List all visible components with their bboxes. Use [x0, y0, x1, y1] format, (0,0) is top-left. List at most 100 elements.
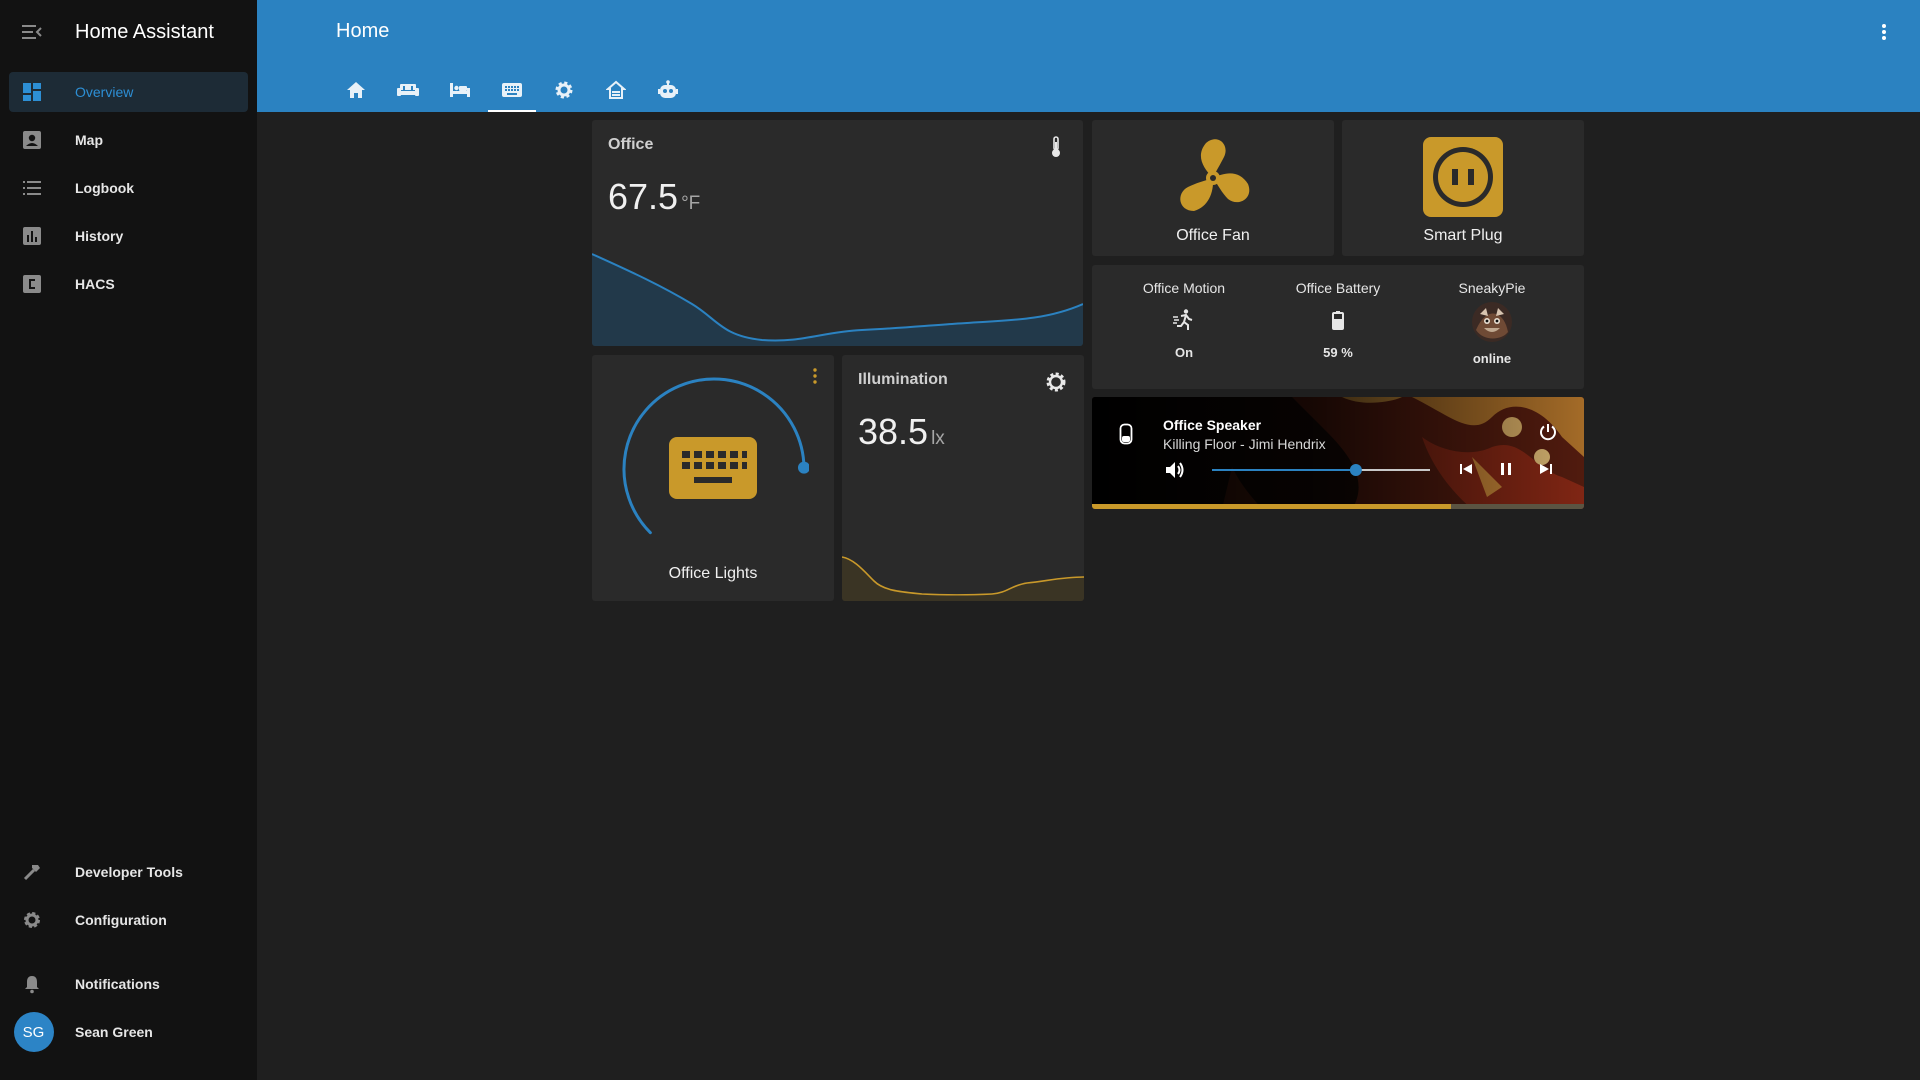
view-dashboard-icon: [23, 83, 41, 101]
sensor-value: 67.5: [608, 176, 679, 217]
sidebar-item-profile[interactable]: SG Sean Green: [9, 1012, 248, 1052]
home-floor-icon: [606, 80, 626, 99]
motion-sensor-icon: [1173, 309, 1193, 330]
glance-item-office-motion[interactable]: Office Motion On: [1119, 280, 1249, 360]
glance-item-office-battery[interactable]: Office Battery 59 %: [1273, 280, 1403, 360]
avatar: SG: [13, 1012, 54, 1052]
tab-living-room[interactable]: [382, 68, 434, 112]
entity-state: 59 %: [1323, 345, 1353, 360]
format-list-icon: [23, 181, 41, 195]
sidebar-bottom: Developer Tools Configuration Notificati…: [0, 852, 257, 1060]
brightness-icon: [1046, 372, 1066, 392]
sensor-value-row: 67.5 °F: [608, 176, 700, 218]
menu-open-icon: [22, 25, 42, 39]
sidebar-item-map[interactable]: Map: [9, 120, 248, 160]
sidebar-item-overview[interactable]: Overview: [9, 72, 248, 112]
temperature-graph: [592, 253, 1083, 346]
speaker-icon: [1119, 423, 1133, 445]
pause-icon: [1501, 463, 1511, 475]
light-name: Office Lights: [668, 565, 758, 582]
dots-vertical-icon: [1882, 24, 1886, 40]
robot-icon: [658, 80, 678, 98]
glance-item-sneakypie[interactable]: SneakyPie online: [1427, 280, 1557, 366]
app-toolbar: Home: [257, 0, 1920, 112]
office-lights-card: Office Lights: [592, 355, 834, 601]
power-icon: [1540, 424, 1556, 441]
overflow-menu-button[interactable]: [1872, 18, 1896, 46]
fan-icon: [1180, 139, 1250, 211]
tab-home[interactable]: [330, 68, 382, 112]
view-tabs: [330, 68, 694, 112]
person-avatar-image: [1472, 302, 1512, 342]
sidebar-item-logbook[interactable]: Logbook: [9, 168, 248, 208]
sidebar-header: Home Assistant: [0, 0, 257, 64]
power-socket-icon: [1423, 137, 1503, 217]
sensor-value: 38.5: [858, 411, 929, 452]
sidebar-item-hacs[interactable]: HACS: [9, 264, 248, 304]
user-name: Sean Green: [75, 1024, 153, 1040]
media-progress-fill: [1092, 504, 1452, 509]
chart-box-icon: [23, 227, 41, 245]
sidebar-item-developer-tools[interactable]: Developer Tools: [9, 852, 248, 892]
play-pause-button[interactable]: [1497, 460, 1515, 478]
entity-state: On: [1174, 345, 1194, 360]
keyboard-icon[interactable]: [669, 437, 757, 499]
office-fan-card[interactable]: Office Fan: [1092, 120, 1334, 256]
smart-plug-card[interactable]: Smart Plug: [1342, 120, 1584, 256]
album-art: [1092, 397, 1584, 509]
next-track-button[interactable]: [1537, 460, 1555, 478]
menu-toggle-button[interactable]: [0, 0, 64, 64]
glance-card: Office Motion On Office Battery 59 % Sne…: [1092, 265, 1584, 389]
entity-name: Smart Plug: [1423, 227, 1503, 244]
entity-name: Office Fan: [1176, 227, 1250, 244]
bed-icon: [450, 83, 470, 97]
office-temperature-card[interactable]: Office 67.5 °F: [592, 120, 1083, 346]
sidebar-item-label: Map: [75, 132, 103, 148]
sofa-icon: [397, 84, 419, 96]
tab-robot[interactable]: [642, 68, 694, 112]
entity-name: Office Battery: [1295, 280, 1381, 296]
page-title: Home: [336, 20, 390, 42]
dots-vertical-icon: [813, 368, 817, 384]
sidebar: Home Assistant Overview Map Logbook Hist…: [0, 0, 257, 1080]
sensor-unit: lx: [931, 428, 945, 449]
sidebar-divider: [0, 948, 257, 964]
skip-next-icon: [1540, 464, 1552, 474]
card-title: Office: [608, 136, 654, 153]
tab-bedroom[interactable]: [434, 68, 486, 112]
sidebar-item-configuration[interactable]: Configuration: [9, 900, 248, 940]
sidebar-item-label: Logbook: [75, 180, 135, 196]
sidebar-item-label: Notifications: [75, 976, 160, 992]
sidebar-item-notifications[interactable]: Notifications: [9, 964, 248, 1004]
home-icon: [347, 82, 365, 98]
sidebar-item-history[interactable]: History: [9, 216, 248, 256]
media-track: Killing Floor - Jimi Hendrix: [1163, 436, 1326, 452]
media-player-name: Office Speaker: [1163, 417, 1262, 433]
previous-track-button[interactable]: [1457, 460, 1475, 478]
entity-name: SneakyPie: [1458, 280, 1526, 296]
hacs-icon: [23, 275, 41, 293]
bell-icon: [25, 976, 39, 994]
illumination-card[interactable]: Illumination 38.5 lx: [842, 355, 1084, 601]
sidebar-item-label: History: [75, 228, 124, 244]
hammer-icon: [23, 865, 40, 881]
sidebar-item-label: Developer Tools: [75, 864, 183, 880]
entity-name: Office Motion: [1142, 280, 1226, 296]
tab-settings[interactable]: [538, 68, 590, 112]
sidebar-item-label: Configuration: [75, 912, 167, 928]
more-info-button[interactable]: [812, 367, 818, 385]
volume-slider[interactable]: [1210, 460, 1432, 480]
entity-state: online: [1472, 351, 1512, 366]
tab-house[interactable]: [590, 68, 642, 112]
sidebar-nav: Overview Map Logbook History HACS: [0, 72, 257, 304]
power-button[interactable]: [1538, 422, 1558, 442]
cog-icon: [24, 912, 40, 928]
gear-icon: [555, 81, 573, 99]
volume-mute-button[interactable]: [1164, 459, 1186, 481]
skip-previous-icon: [1460, 464, 1472, 474]
tab-office[interactable]: [486, 68, 538, 112]
keyboard-icon: [502, 83, 522, 97]
illumination-graph: [842, 556, 1084, 601]
card-title: Illumination: [858, 371, 948, 388]
sensor-value-row: 38.5 lx: [858, 411, 945, 453]
